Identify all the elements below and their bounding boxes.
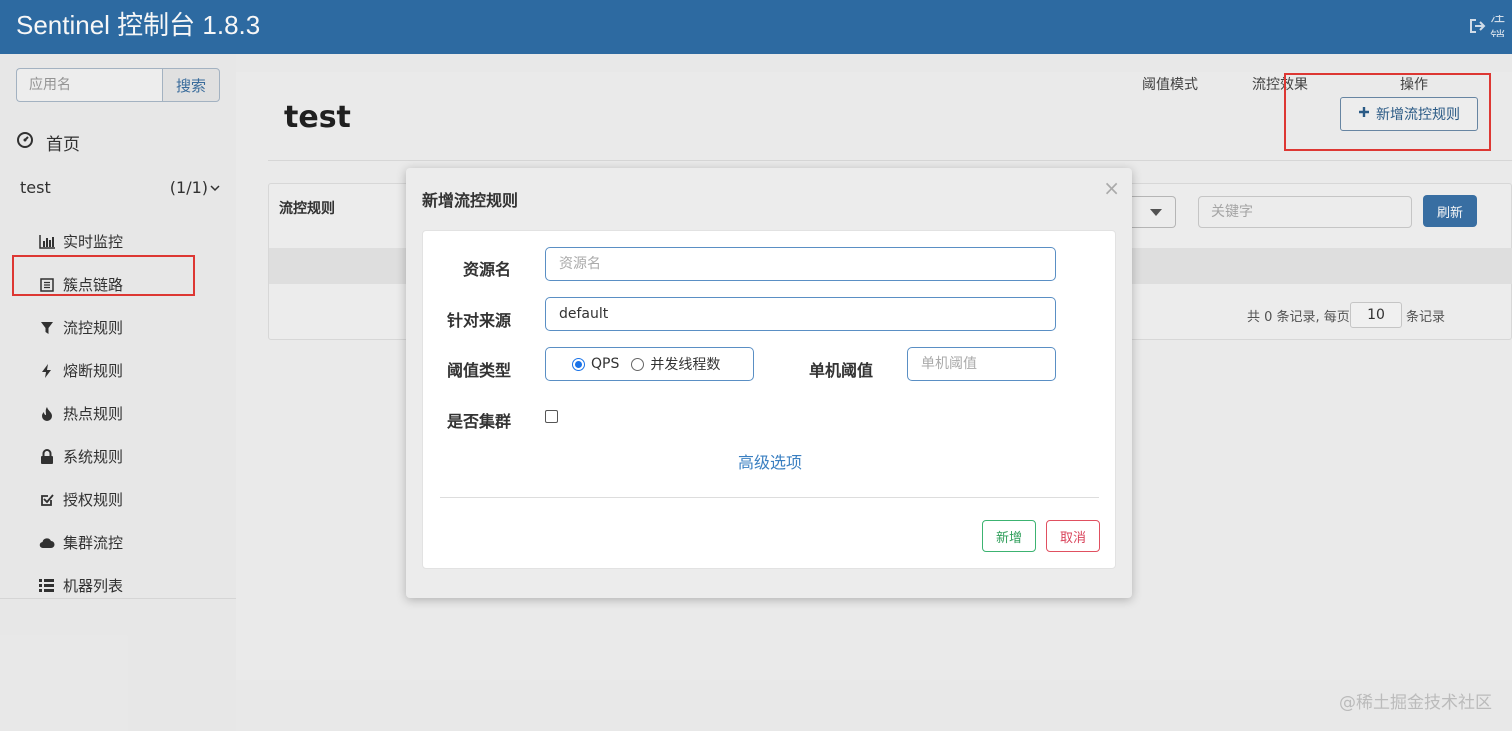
add-button[interactable]: 新增 bbox=[982, 520, 1036, 552]
resource-name-input[interactable] bbox=[545, 247, 1056, 281]
radio-thread-count-label: 并发线程数 bbox=[650, 357, 721, 373]
cluster-mode-checkbox[interactable] bbox=[545, 410, 558, 423]
limit-origin-input[interactable] bbox=[545, 297, 1056, 331]
close-icon[interactable]: × bbox=[1103, 176, 1120, 200]
cancel-button[interactable]: 取消 bbox=[1046, 520, 1100, 552]
single-threshold-input[interactable] bbox=[907, 347, 1056, 381]
radio-qps-label: QPS bbox=[591, 356, 620, 372]
dialog-form: 资源名 针对来源 阈值类型 QPS 并发线程数 单机阈值 是否集群 高级选项 新… bbox=[422, 230, 1116, 569]
dialog-title: 新增流控规则 bbox=[422, 191, 519, 210]
threshold-type-radio-group: QPS 并发线程数 bbox=[545, 347, 754, 381]
origin-label: 针对来源 bbox=[447, 311, 512, 330]
form-divider bbox=[440, 497, 1099, 498]
threshold-type-label: 阈值类型 bbox=[447, 361, 512, 380]
advanced-options-link[interactable]: 高级选项 bbox=[423, 449, 1117, 473]
cluster-mode-label: 是否集群 bbox=[447, 412, 512, 431]
watermark: @稀土掘金技术社区 bbox=[1339, 693, 1492, 713]
add-flow-rule-dialog: 新增流控规则 × 资源名 针对来源 阈值类型 QPS 并发线程数 单机阈值 是否… bbox=[406, 168, 1132, 598]
radio-qps[interactable] bbox=[572, 357, 585, 371]
single-threshold-label: 单机阈值 bbox=[809, 361, 874, 380]
radio-thread-count[interactable] bbox=[631, 357, 645, 371]
resource-label: 资源名 bbox=[463, 260, 512, 279]
